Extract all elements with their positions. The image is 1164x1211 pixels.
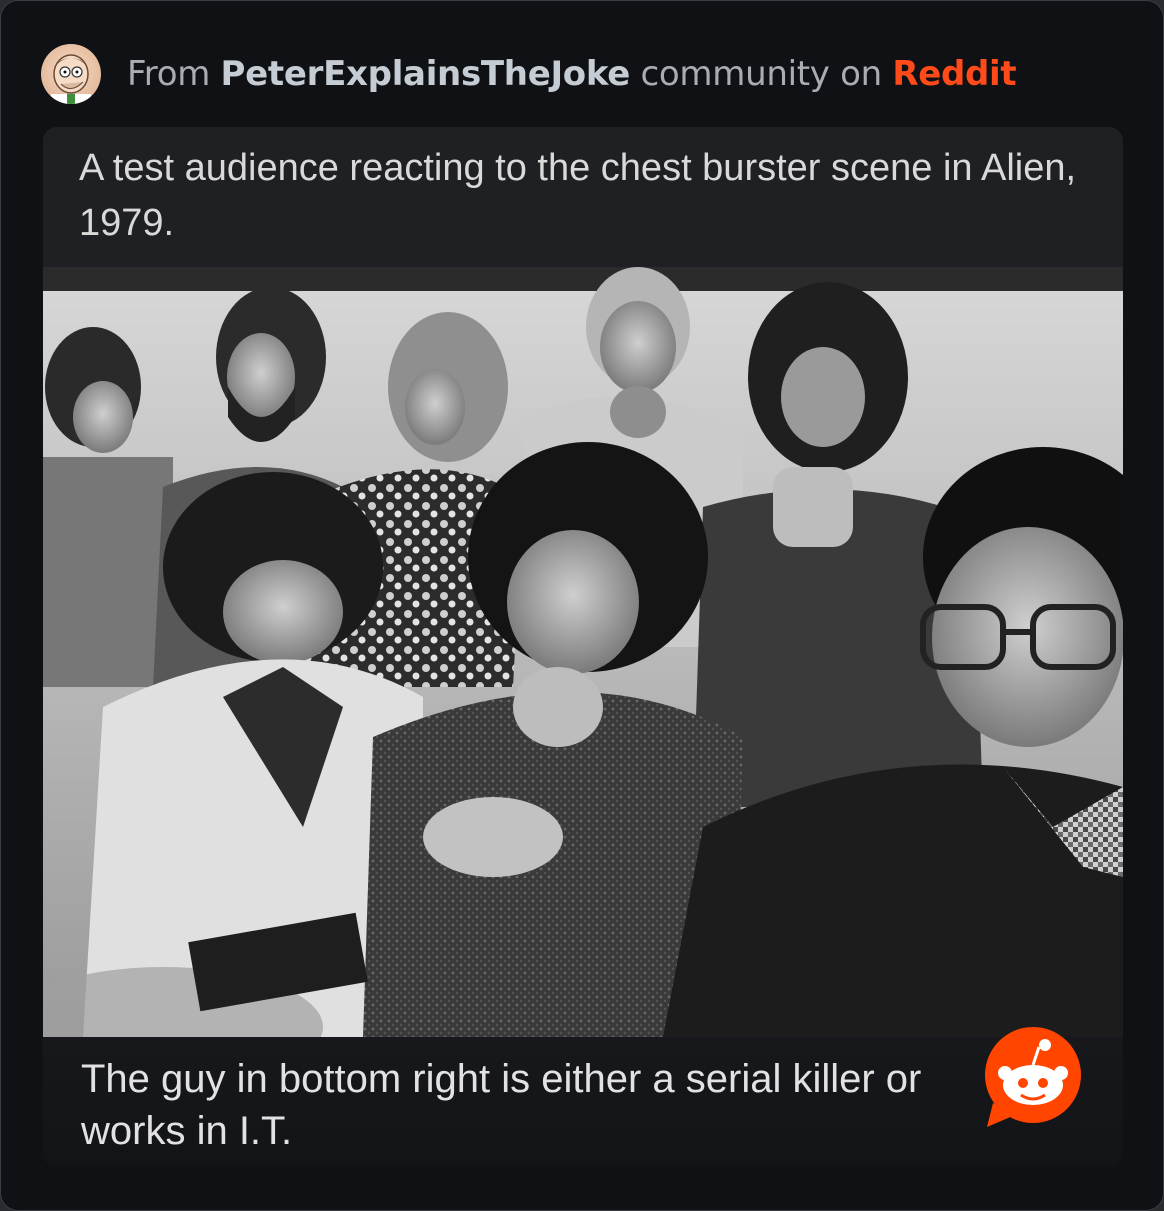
share-header: From PeterExplainsTheJoke community on R… xyxy=(41,41,1123,107)
caption-top: A test audience reacting to the chest bu… xyxy=(43,127,1123,279)
share-header-text: From PeterExplainsTheJoke community on R… xyxy=(127,54,1017,94)
post-card: A test audience reacting to the chest bu… xyxy=(43,127,1123,1167)
header-prefix: From xyxy=(127,54,221,94)
caption-bottom-text: The guy in bottom right is either a seri… xyxy=(81,1057,922,1153)
audience-photo xyxy=(43,267,1123,1087)
caption-top-text: A test audience reacting to the chest bu… xyxy=(79,147,1077,244)
caption-bottom: The guy in bottom right is either a seri… xyxy=(43,1037,1123,1167)
header-middle: community on xyxy=(630,54,893,94)
share-card-frame: From PeterExplainsTheJoke community on R… xyxy=(0,0,1164,1211)
reddit-snoo-icon xyxy=(981,1025,1085,1129)
reddit-link[interactable]: Reddit xyxy=(892,54,1016,94)
community-link[interactable]: PeterExplainsTheJoke xyxy=(221,54,631,94)
peter-griffin-avatar-icon xyxy=(41,44,101,104)
